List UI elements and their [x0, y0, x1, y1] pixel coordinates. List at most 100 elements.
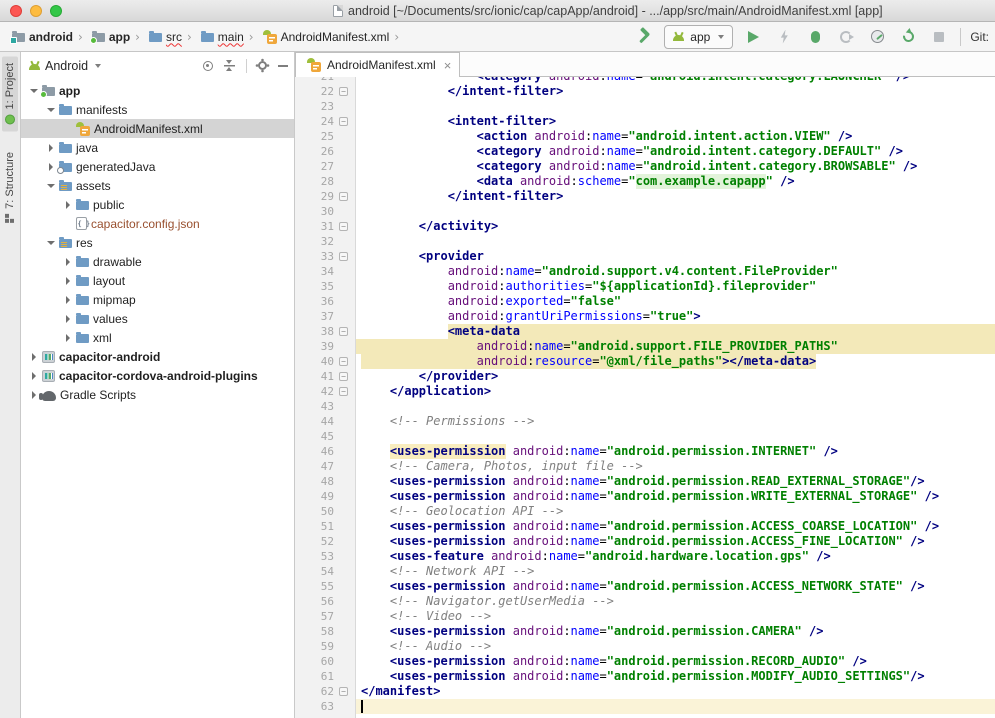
code-line[interactable]	[356, 99, 995, 114]
fold-icon[interactable]: −	[339, 252, 348, 261]
close-window-button[interactable]	[10, 5, 22, 17]
close-tab-icon[interactable]: ×	[444, 59, 452, 72]
code-line[interactable]: <!-- Permissions -->	[356, 414, 995, 429]
tree-row-res[interactable]: res	[21, 233, 294, 252]
breadcrumb-item-app[interactable]: app	[88, 30, 130, 44]
code-line[interactable]: <meta-data	[356, 324, 995, 339]
breadcrumb-item-AndroidManifest.xml[interactable]: AndroidManifest.xml	[259, 30, 390, 44]
code-line[interactable]: <!-- Network API -->	[356, 564, 995, 579]
apply-code-changes-button[interactable]	[897, 26, 919, 48]
tree-row-layout[interactable]: layout	[21, 271, 294, 290]
hide-panel-button[interactable]	[278, 65, 288, 67]
tree-row-public[interactable]: public	[21, 195, 294, 214]
fold-icon[interactable]: −	[339, 387, 348, 396]
tree-right-arrow-icon[interactable]	[63, 201, 72, 209]
code-line[interactable]: <uses-feature android:name="android.hard…	[356, 549, 995, 564]
code-line[interactable]: <intent-filter>	[356, 114, 995, 129]
code-line[interactable]: </activity>	[356, 219, 995, 234]
code-line[interactable]: <!-- Audio -->	[356, 639, 995, 654]
project-view-selector[interactable]: Android	[45, 59, 88, 73]
stripe-tab----structure[interactable]: 7: Structure	[2, 145, 18, 230]
tree-row-drawable[interactable]: drawable	[21, 252, 294, 271]
code-line[interactable]: <uses-permission android:name="android.p…	[356, 624, 995, 639]
breadcrumb-item-android[interactable]: android	[8, 30, 73, 44]
tree-right-arrow-icon[interactable]	[63, 277, 72, 285]
debug-button[interactable]	[804, 26, 826, 48]
apply-changes-button[interactable]	[773, 26, 795, 48]
code-line[interactable]: </intent-filter>	[356, 84, 995, 99]
code-line[interactable]: <!-- Camera, Photos, input file -->	[356, 459, 995, 474]
code-line[interactable]: android:name="android.support.FILE_PROVI…	[356, 339, 995, 354]
code-line[interactable]: android:grantUriPermissions="true">	[356, 309, 995, 324]
locate-file-button[interactable]	[203, 61, 213, 71]
breadcrumb-item-main[interactable]: main	[197, 30, 244, 44]
code-line[interactable]: <uses-permission android:name="android.p…	[356, 489, 995, 504]
code-line[interactable]: <data android:scheme="com.example.capapp…	[356, 174, 995, 189]
code-line[interactable]	[356, 204, 995, 219]
tree-right-arrow-icon[interactable]	[29, 391, 38, 399]
code-line[interactable]: <uses-permission android:name="android.p…	[356, 474, 995, 489]
collapse-all-button[interactable]	[224, 60, 235, 71]
tree-row-generatedjava[interactable]: generatedJava	[21, 157, 294, 176]
stop-button[interactable]	[928, 26, 950, 48]
tree-row-assets[interactable]: assets	[21, 176, 294, 195]
code-line[interactable]: android:resource="@xml/file_paths"></met…	[356, 354, 995, 369]
code-line[interactable]	[356, 234, 995, 249]
coverage-button[interactable]	[835, 26, 857, 48]
tree-right-arrow-icon[interactable]	[63, 334, 72, 342]
tree-row-java[interactable]: java	[21, 138, 294, 157]
run-button[interactable]	[742, 26, 764, 48]
tree-right-arrow-icon[interactable]	[46, 163, 55, 171]
build-button[interactable]	[633, 26, 655, 48]
code-line[interactable]: <provider	[356, 249, 995, 264]
code-line[interactable]: <uses-permission android:name="android.p…	[356, 579, 995, 594]
code-line[interactable]: <uses-permission android:name="android.p…	[356, 534, 995, 549]
tree-row-capacitor-cordova-android-plugins[interactable]: capacitor-cordova-android-plugins	[21, 366, 294, 385]
fold-icon[interactable]: −	[339, 222, 348, 231]
tree-row-androidmanifest-xml[interactable]: AndroidManifest.xml	[21, 119, 294, 138]
run-configuration-select[interactable]: app	[664, 25, 733, 49]
code-line[interactable]: <!-- Geolocation API -->	[356, 504, 995, 519]
fold-icon[interactable]: −	[339, 87, 348, 96]
settings-gear-button[interactable]	[258, 61, 267, 70]
code-line[interactable]	[356, 399, 995, 414]
tree-down-arrow-icon[interactable]	[46, 241, 55, 245]
code-line[interactable]: <uses-permission android:name="android.p…	[356, 669, 995, 684]
code-line[interactable]: android:exported="false"	[356, 294, 995, 309]
minimize-window-button[interactable]	[30, 5, 42, 17]
tree-right-arrow-icon[interactable]	[29, 353, 38, 361]
code-line[interactable]: <!-- Navigator.getUserMedia -->	[356, 594, 995, 609]
code-line[interactable]: </manifest>	[356, 684, 995, 699]
tree-row-capacitor-config-json[interactable]: capacitor.config.json	[21, 214, 294, 233]
tree-right-arrow-icon[interactable]	[63, 258, 72, 266]
tree-down-arrow-icon[interactable]	[29, 89, 38, 93]
tree-row-capacitor-android[interactable]: capacitor-android	[21, 347, 294, 366]
code-line[interactable]: </intent-filter>	[356, 189, 995, 204]
tree-right-arrow-icon[interactable]	[29, 372, 38, 380]
code-line[interactable]: <category android:name="android.intent.c…	[356, 159, 995, 174]
code-line[interactable]	[356, 429, 995, 444]
code-line[interactable]: <category android:name="android.intent.c…	[356, 144, 995, 159]
tree-down-arrow-icon[interactable]	[46, 184, 55, 188]
code-line[interactable]: <category android:name="android.intent.c…	[356, 77, 995, 84]
code-line[interactable]: <action android:name="android.intent.act…	[356, 129, 995, 144]
code-line[interactable]	[356, 699, 995, 714]
tree-row-manifests[interactable]: manifests	[21, 100, 294, 119]
zoom-window-button[interactable]	[50, 5, 62, 17]
tree-down-arrow-icon[interactable]	[46, 108, 55, 112]
code-line[interactable]: <uses-permission android:name="android.p…	[356, 519, 995, 534]
fold-icon[interactable]: −	[339, 192, 348, 201]
breadcrumb-item-src[interactable]: src	[145, 30, 182, 44]
code-editor[interactable]: 21 <category android:name="android.inten…	[295, 77, 995, 718]
stripe-tab----project[interactable]: 1: Project	[2, 56, 18, 131]
code-line[interactable]: </application>	[356, 384, 995, 399]
fold-icon[interactable]: −	[339, 372, 348, 381]
tree-right-arrow-icon[interactable]	[46, 144, 55, 152]
fold-icon[interactable]: −	[339, 357, 348, 366]
code-line[interactable]: <!-- Video -->	[356, 609, 995, 624]
tree-right-arrow-icon[interactable]	[63, 315, 72, 323]
tree-row-app[interactable]: app	[21, 81, 294, 100]
code-line[interactable]: <uses-permission android:name="android.p…	[356, 444, 995, 459]
tree-row-values[interactable]: values	[21, 309, 294, 328]
editor-tab-androidmanifest[interactable]: AndroidManifest.xml ×	[295, 52, 460, 77]
